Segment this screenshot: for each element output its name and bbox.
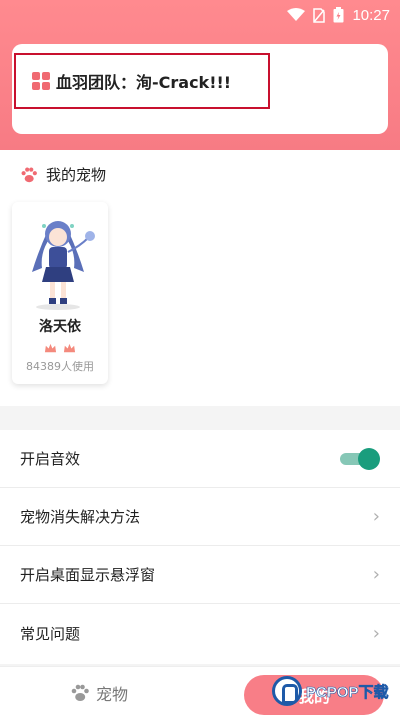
- watermark: PCPOP下载: [272, 676, 389, 706]
- crown-icon: [63, 340, 76, 353]
- my-pets-section: 我的宠物 洛天依 84389人使用: [0, 150, 400, 406]
- crown-icon: [44, 340, 57, 353]
- team-highlight-box: 血羽团队：洵-Crack!!!: [14, 53, 270, 109]
- pet-card[interactable]: 洛天依 84389人使用: [12, 202, 108, 384]
- settings-list: 开启音效 宠物消失解决方法 › 开启桌面显示悬浮窗 › 常见问题 ›: [0, 430, 400, 664]
- setting-floating-window[interactable]: 开启桌面显示悬浮窗 ›: [0, 546, 400, 604]
- paw-icon: [71, 684, 89, 701]
- grid-icon: [32, 72, 50, 90]
- tab-pets[interactable]: 宠物: [70, 681, 128, 705]
- chevron-right-icon: ›: [372, 564, 380, 585]
- pcpop-logo-icon: [272, 676, 302, 706]
- sound-toggle[interactable]: [340, 447, 380, 470]
- status-bar: 10:27: [0, 0, 400, 30]
- setting-label: 宠物消失解决方法: [20, 508, 141, 526]
- paw-icon: [21, 167, 37, 182]
- team-text: 血羽团队：洵-Crack!!!: [56, 73, 232, 92]
- toggle-knob: [358, 447, 380, 470]
- pet-usage-count: 84389人使用: [26, 360, 94, 373]
- setting-label: 开启音效: [20, 450, 81, 468]
- my-pets-header: 我的宠物: [20, 164, 106, 185]
- watermark-text: PCPOP下载: [306, 683, 389, 701]
- setting-sound-effects[interactable]: 开启音效: [0, 430, 400, 488]
- my-pets-title: 我的宠物: [46, 166, 107, 184]
- pet-character-image: [32, 221, 95, 310]
- clock: 10:27: [352, 6, 390, 24]
- pet-name: 洛天依: [39, 319, 81, 335]
- chevron-right-icon: ›: [372, 622, 380, 644]
- setting-faq[interactable]: 常见问题 ›: [0, 604, 400, 662]
- pet-rating: [12, 340, 108, 353]
- wifi-icon: [287, 8, 306, 21]
- no-sim-icon: [313, 7, 326, 23]
- setting-pet-disappear-fix[interactable]: 宠物消失解决方法 ›: [0, 488, 400, 546]
- setting-label: 常见问题: [20, 624, 81, 643]
- setting-label: 开启桌面显示悬浮窗: [20, 566, 156, 584]
- chevron-right-icon: ›: [372, 506, 380, 527]
- tab-pets-label: 宠物: [96, 685, 129, 704]
- battery-icon: [333, 7, 344, 23]
